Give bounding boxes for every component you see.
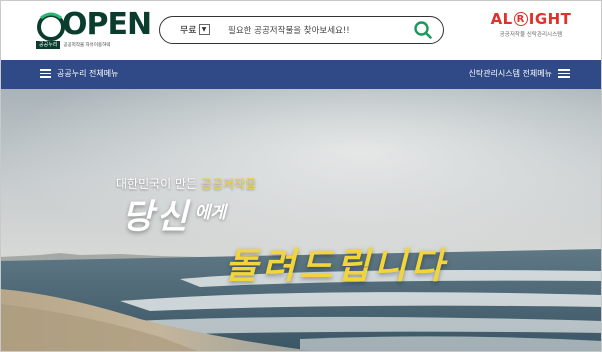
- open-full-menu-button[interactable]: 공공누리 전체메뉴: [40, 68, 118, 79]
- hamburger-icon: [40, 69, 51, 78]
- search-icon[interactable]: [413, 20, 433, 40]
- open-logo-subtitle: 공공저작물 자유이용허락: [63, 42, 111, 48]
- alright-logo[interactable]: AL R IGHT 공공저작물 신탁관리시스템: [486, 10, 576, 50]
- main-navbar: 공공누리 전체메뉴 신탁관리시스템 전체메뉴: [0, 60, 602, 89]
- trust-full-menu-label: 신탁관리시스템 전체메뉴: [468, 69, 552, 78]
- search-category-value: 무료: [180, 26, 197, 36]
- alright-r-mark: R: [513, 12, 528, 26]
- hero-banner[interactable]: 대한민국이 만든 공공저작물 당신 에게 돌려드립니다: [0, 89, 602, 352]
- hero-headline-suffix: 에게: [194, 203, 226, 223]
- open-logo[interactable]: OPEN 공공누리 공공저작물 자유이용허락: [36, 7, 152, 49]
- hamburger-icon: [558, 69, 570, 78]
- alright-word-right: IGHT: [528, 10, 572, 28]
- site-header: OPEN 공공누리 공공저작물 자유이용허락 무료 ▼ 필요한 공공저작물을 찾…: [0, 0, 602, 60]
- hero-headline-main: 당신: [122, 197, 191, 237]
- hero-headline-line2: 돌려드립니다: [225, 246, 448, 287]
- hero-background-image: [0, 89, 602, 352]
- search-input[interactable]: 필요한 공공저작물을 찾아보세요!!: [228, 24, 350, 36]
- alright-logo-word: AL R IGHT: [486, 10, 576, 28]
- open-full-menu-label: 공공누리 전체메뉴: [57, 69, 119, 78]
- alright-logo-subtitle: 공공저작물 신탁관리시스템: [499, 32, 563, 38]
- search-category-select[interactable]: 무료 ▼: [180, 23, 210, 36]
- alright-word-left: AL: [490, 10, 513, 28]
- trust-full-menu-button[interactable]: 신탁관리시스템 전체메뉴: [468, 68, 570, 79]
- hero-headline-line1: 당신 에게: [122, 189, 226, 238]
- chevron-down-icon[interactable]: ▼: [198, 24, 210, 35]
- search-bar: 무료 ▼ 필요한 공공저작물을 찾아보세요!!: [159, 16, 444, 44]
- open-logo-tag: 공공누리: [36, 40, 61, 49]
- open-logo-subline: 공공누리 공공저작물 자유이용허락: [36, 40, 110, 49]
- open-logo-word: OPEN: [62, 7, 152, 42]
